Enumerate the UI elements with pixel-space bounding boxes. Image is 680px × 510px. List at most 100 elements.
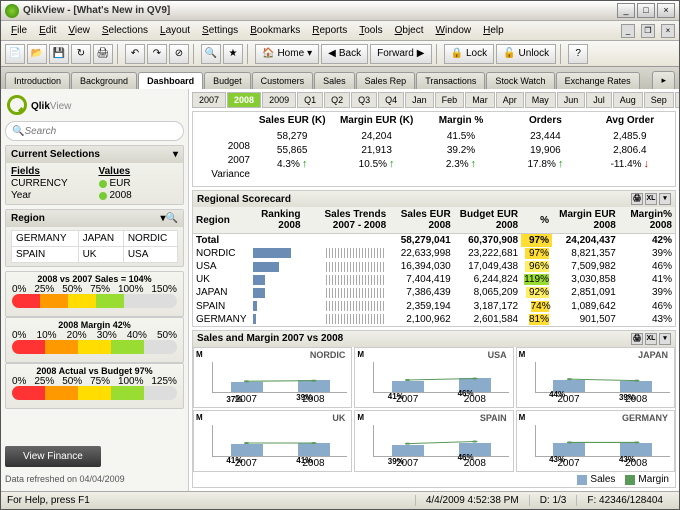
table-row[interactable]: USA16,394,03017,049,43896%7,509,98246%	[193, 260, 675, 273]
print-icon[interactable]: 🖨	[631, 333, 643, 345]
period-tab-Sep[interactable]: Sep	[644, 92, 674, 108]
tab-budget[interactable]: Budget	[204, 72, 251, 89]
tab-introduction[interactable]: Introduction	[5, 72, 70, 89]
col-header[interactable]: Margin% 2008	[619, 207, 675, 234]
period-tab-Apr[interactable]: Apr	[496, 92, 524, 108]
home-button[interactable]: 🏠Home▾	[255, 44, 319, 64]
back-button[interactable]: ◀Back	[321, 44, 368, 64]
excel-icon[interactable]: XL	[645, 333, 657, 345]
period-tab-Q4[interactable]: Q4	[378, 92, 404, 108]
col-header[interactable]: %	[521, 207, 552, 234]
period-tab-Aug[interactable]: Aug	[613, 92, 643, 108]
col-header[interactable]: Sales Trends 2007 - 2008	[304, 207, 390, 234]
region-cell[interactable]: UK	[78, 247, 123, 263]
redo-icon[interactable]: ↷	[147, 44, 167, 64]
lock-button[interactable]: 🔒Lock	[444, 44, 495, 64]
mini-chart-spain[interactable]: MSPAIN 39% 46% 20072008	[354, 410, 513, 472]
clear-icon[interactable]: ⊘	[169, 44, 189, 64]
menu-icon[interactable]: ▾	[659, 193, 671, 205]
print-icon[interactable]: 🖨	[631, 193, 643, 205]
save-icon[interactable]: 💾	[49, 44, 69, 64]
unlock-button[interactable]: 🔓Unlock	[496, 44, 556, 64]
period-tab-2007[interactable]: 2007	[192, 92, 226, 108]
excel-icon[interactable]: XL	[645, 193, 657, 205]
maximize-button[interactable]: □	[637, 3, 655, 18]
table-row[interactable]: NORDIC22,633,99823,222,68197%8,821,35739…	[193, 247, 675, 260]
period-tab-Jul[interactable]: Jul	[586, 92, 612, 108]
tab-sales-rep[interactable]: Sales Rep	[356, 72, 416, 89]
panel-menu-icon[interactable]: ▾	[173, 149, 178, 160]
doc-minimize-button[interactable]: _	[621, 24, 635, 38]
tab-sales[interactable]: Sales	[314, 72, 355, 89]
period-tab-2009[interactable]: 2009	[262, 92, 296, 108]
table-row[interactable]: UK7,404,4196,244,824119%3,030,85841%	[193, 273, 675, 286]
mini-chart-nordic[interactable]: MNORDIC 37% 39% 20072008	[193, 347, 352, 409]
minimize-button[interactable]: _	[617, 3, 635, 18]
period-tab-2008[interactable]: 2008	[227, 92, 261, 108]
period-tab-Q3[interactable]: Q3	[351, 92, 377, 108]
tab-scroll-icon[interactable]: ▸	[652, 71, 675, 89]
doc-restore-button[interactable]: ❐	[641, 24, 655, 38]
period-tab-Q2[interactable]: Q2	[324, 92, 350, 108]
menu-bookmarks[interactable]: Bookmarks	[244, 23, 306, 38]
region-cell[interactable]: NORDIC	[123, 231, 177, 247]
new-icon[interactable]: 📄	[5, 44, 25, 64]
period-tab-Jun[interactable]: Jun	[557, 92, 586, 108]
period-tab-Jan[interactable]: Jan	[405, 92, 434, 108]
col-header[interactable]: Margin EUR 2008	[552, 207, 619, 234]
open-icon[interactable]: 📂	[27, 44, 47, 64]
menu-window[interactable]: Window	[430, 23, 478, 38]
col-header[interactable]: Region	[193, 207, 250, 234]
tab-dashboard[interactable]: Dashboard	[138, 72, 203, 89]
search-box[interactable]: 🔍	[5, 121, 184, 141]
menu-object[interactable]: Object	[389, 23, 430, 38]
help-icon[interactable]: ?	[568, 44, 588, 64]
menu-view[interactable]: View	[62, 23, 96, 38]
col-header[interactable]: Sales EUR 2008	[389, 207, 454, 234]
tab-background[interactable]: Background	[71, 72, 137, 89]
col-header[interactable]: Ranking 2008	[250, 207, 304, 234]
tab-stock-watch[interactable]: Stock Watch	[486, 72, 554, 89]
view-finance-button[interactable]: View Finance	[5, 446, 101, 467]
print-icon[interactable]: 🖨	[93, 44, 113, 64]
undo-icon[interactable]: ↶	[125, 44, 145, 64]
menu-icon[interactable]: ▾	[659, 333, 671, 345]
region-cell[interactable]: SPAIN	[12, 247, 79, 263]
mini-chart-usa[interactable]: MUSA 41% 46% 20072008	[354, 347, 513, 409]
menu-edit[interactable]: Edit	[33, 23, 62, 38]
period-tab-Feb[interactable]: Feb	[435, 92, 465, 108]
tab-customers[interactable]: Customers	[252, 72, 314, 89]
close-button[interactable]: ×	[657, 3, 675, 18]
refresh-icon[interactable]: ↻	[71, 44, 91, 64]
menu-settings[interactable]: Settings	[196, 23, 244, 38]
panel-menu-icon[interactable]: ▾🔍	[161, 213, 178, 224]
menu-help[interactable]: Help	[477, 23, 510, 38]
bookmark-icon[interactable]: ★	[223, 44, 243, 64]
period-tab-Oct[interactable]: Oct	[675, 92, 679, 108]
mini-chart-uk[interactable]: MUK 41% 41% 20072008	[193, 410, 352, 472]
period-tab-May[interactable]: May	[525, 92, 556, 108]
titlebar: QlikView - [What's New in QV9] _ □ ×	[1, 1, 679, 21]
col-header[interactable]: Budget EUR 2008	[454, 207, 521, 234]
region-cell[interactable]: USA	[123, 247, 177, 263]
tab-exchange-rates[interactable]: Exchange Rates	[556, 72, 640, 89]
mini-chart-japan[interactable]: MJAPAN 44% 39% 20072008	[516, 347, 675, 409]
doc-close-button[interactable]: ×	[661, 24, 675, 38]
region-cell[interactable]: JAPAN	[78, 231, 123, 247]
menu-tools[interactable]: Tools	[353, 23, 388, 38]
table-row[interactable]: GERMANY2,100,9622,601,58481%901,50743%	[193, 313, 675, 326]
mini-chart-germany[interactable]: MGERMANY 43% 43% 20072008	[516, 410, 675, 472]
forward-button[interactable]: Forward▶	[370, 44, 431, 64]
table-row[interactable]: SPAIN2,359,1943,187,17274%1,089,64246%	[193, 300, 675, 313]
search-icon[interactable]: 🔍	[201, 44, 221, 64]
period-tab-Q1[interactable]: Q1	[297, 92, 323, 108]
search-input[interactable]	[24, 126, 177, 137]
tab-transactions[interactable]: Transactions	[416, 72, 485, 89]
menu-layout[interactable]: Layout	[154, 23, 196, 38]
menu-file[interactable]: File	[5, 23, 33, 38]
table-row[interactable]: JAPAN7,386,4398,065,20992%2,851,09139%	[193, 286, 675, 299]
region-cell[interactable]: GERMANY	[12, 231, 79, 247]
menu-reports[interactable]: Reports	[306, 23, 353, 38]
period-tab-Mar[interactable]: Mar	[465, 92, 495, 108]
menu-selections[interactable]: Selections	[96, 23, 154, 38]
